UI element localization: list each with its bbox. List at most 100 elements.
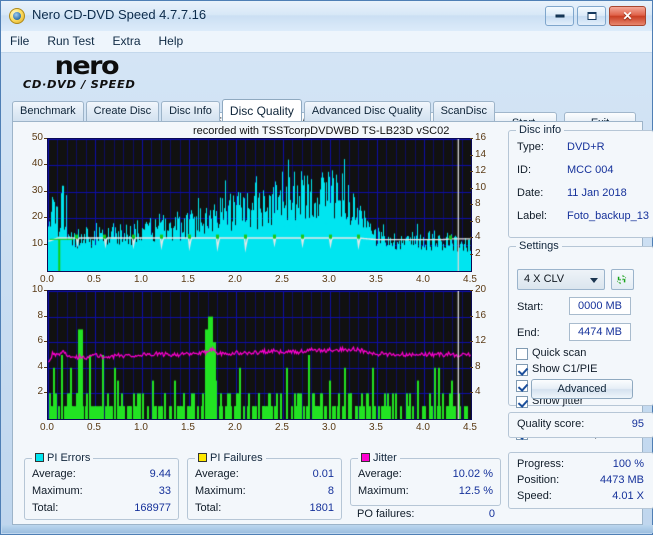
tab-create-disc[interactable]: Create Disc bbox=[85, 101, 160, 121]
settings-title: Settings bbox=[516, 240, 562, 252]
y2-tick-pie-10: 10 bbox=[475, 181, 487, 193]
axis-tick bbox=[470, 254, 473, 255]
y-tick-pie-10: 10 bbox=[31, 237, 43, 249]
pi-failures-title-text: PI Failures bbox=[210, 452, 263, 464]
x-tick-pie-8: 4.0 bbox=[416, 274, 430, 285]
jitter-average-label: Average: bbox=[358, 468, 402, 480]
x-tick-pif-0: 0.0 bbox=[40, 422, 54, 433]
checkbox-icon bbox=[516, 396, 528, 408]
y2-tick-pif-12: 12 bbox=[475, 335, 487, 347]
y2-tick-pie-12: 12 bbox=[475, 165, 487, 176]
menu-bar: File Run Test Extra Help bbox=[1, 31, 652, 53]
menu-help[interactable]: Help bbox=[150, 31, 193, 52]
y2-tick-pie-16: 16 bbox=[475, 132, 487, 143]
x-tick-pif-6: 3.0 bbox=[322, 422, 336, 433]
y-tick-pif-4: 4 bbox=[37, 360, 43, 372]
disc-date-value: 11 Jan 2018 bbox=[567, 187, 627, 199]
pi-failures-chart bbox=[47, 290, 472, 420]
logo-wordmark: nero bbox=[54, 51, 120, 80]
y2-tick-pif-16: 16 bbox=[475, 309, 487, 321]
quality-score-group: Quality score: 95 bbox=[508, 412, 653, 438]
refresh-arrows-icon bbox=[616, 274, 627, 285]
tab-disc-info[interactable]: Disc Info bbox=[161, 101, 220, 121]
axis-tick bbox=[470, 316, 473, 317]
x-tick-pie-2: 1.0 bbox=[134, 274, 148, 285]
settings-group: Settings 4 X CLV Start: 0000 MB End: 447… bbox=[508, 240, 653, 440]
tab-scandisc[interactable]: ScanDisc bbox=[432, 101, 496, 121]
recorded-with-label: recorded with TSSTcorpDVDWBD TS-LB23D vS… bbox=[193, 125, 450, 137]
jitter-title-text: Jitter bbox=[373, 452, 397, 464]
end-input[interactable]: 4474 MB bbox=[569, 323, 631, 341]
pi-failures-stats-title: PI Failures bbox=[195, 452, 266, 464]
menu-extra[interactable]: Extra bbox=[103, 31, 149, 52]
position-label: Position: bbox=[517, 474, 560, 486]
x-tick-pie-3: 1.5 bbox=[181, 274, 195, 285]
axis-tick bbox=[44, 164, 47, 165]
x-tick-pie-6: 3.0 bbox=[322, 274, 336, 285]
axis-tick bbox=[44, 367, 47, 368]
toolbar: nero CD·DVD ∕ SPEED [7:2] BENQ DVD DD DW… bbox=[1, 51, 652, 149]
jitter-average-value: 10.02 % bbox=[452, 468, 493, 480]
progress-value: 100 % bbox=[612, 458, 644, 470]
axis-tick bbox=[44, 191, 47, 192]
axis-tick bbox=[470, 367, 473, 368]
tab-disc-quality[interactable]: Disc Quality bbox=[221, 99, 302, 121]
close-icon: ✕ bbox=[622, 9, 633, 23]
position-value: 4473 MB bbox=[599, 474, 644, 486]
axis-tick bbox=[470, 237, 473, 238]
advanced-button[interactable]: Advanced bbox=[531, 379, 633, 399]
jitter-maximum-value: 12.5 % bbox=[458, 485, 493, 497]
pi-failures-maximum-value: 8 bbox=[327, 485, 334, 497]
axis-tick bbox=[44, 316, 47, 317]
y-tick-pif-2: 2 bbox=[37, 386, 43, 398]
menu-file[interactable]: File bbox=[1, 31, 38, 52]
logo-tagline: CD·DVD ∕ SPEED bbox=[22, 78, 136, 91]
y2-tick-pie-6: 6 bbox=[475, 214, 481, 226]
checkbox-icon bbox=[516, 364, 528, 376]
y-tick-pie-50: 50 bbox=[31, 132, 43, 143]
y2-tick-pif-4: 4 bbox=[475, 386, 481, 398]
pi-errors-stats-title: PI Errors bbox=[32, 452, 94, 464]
chevron-down-icon bbox=[590, 278, 598, 283]
speed-label: Speed: bbox=[517, 490, 552, 502]
axis-tick bbox=[44, 217, 47, 218]
pi-errors-chart bbox=[47, 138, 472, 272]
x-tick-pif-9: 4.5 bbox=[463, 422, 477, 433]
tab-advanced-disc-quality[interactable]: Advanced Disc Quality bbox=[303, 101, 431, 121]
x-tick-pif-4: 2.0 bbox=[228, 422, 242, 433]
pi-failures-total-label: Total: bbox=[195, 502, 222, 514]
disc-label-label: Label: bbox=[517, 210, 547, 222]
x-tick-pif-7: 3.5 bbox=[369, 422, 383, 433]
window-controls: ✕ bbox=[545, 6, 646, 26]
y2-tick-pie-4: 4 bbox=[475, 231, 481, 242]
quality-score-label: Quality score: bbox=[517, 418, 585, 430]
checkbox-icon bbox=[516, 380, 528, 392]
menu-run-test[interactable]: Run Test bbox=[38, 31, 103, 52]
disc-type-value: DVD+R bbox=[567, 141, 605, 153]
axis-tick bbox=[470, 290, 473, 291]
axis-tick bbox=[44, 392, 47, 393]
disc-type-label: Type: bbox=[517, 141, 544, 153]
x-tick-pie-5: 2.5 bbox=[275, 274, 289, 285]
maximize-button[interactable] bbox=[577, 6, 606, 26]
start-input[interactable]: 0000 MB bbox=[569, 297, 631, 315]
minimize-button[interactable] bbox=[545, 6, 574, 26]
disc-label-value: Foto_backup_13 bbox=[567, 210, 649, 222]
pi-errors-average-value: 9.44 bbox=[149, 468, 171, 480]
refresh-disc-button[interactable] bbox=[611, 269, 634, 290]
pi-errors-color-swatch bbox=[35, 453, 44, 462]
pi-errors-maximum-value: 33 bbox=[158, 485, 171, 497]
pi-failures-maximum-label: Maximum: bbox=[195, 485, 246, 497]
axis-tick bbox=[470, 341, 473, 342]
jitter-stats-group: Jitter Average: 10.02 % Maximum: 12.5 % bbox=[350, 452, 501, 506]
end-label: End: bbox=[517, 327, 540, 339]
x-tick-pif-2: 1.0 bbox=[134, 422, 148, 433]
tab-benchmark[interactable]: Benchmark bbox=[12, 101, 84, 121]
close-button[interactable]: ✕ bbox=[609, 6, 646, 26]
pi-failures-average-value: 0.01 bbox=[312, 468, 334, 480]
axis-tick bbox=[470, 155, 473, 156]
speed-select[interactable]: 4 X CLV bbox=[517, 269, 605, 290]
tab-strip: Benchmark Create Disc Disc Info Disc Qua… bbox=[12, 99, 497, 122]
progress-label: Progress: bbox=[517, 458, 565, 470]
x-tick-pie-1: 0.5 bbox=[87, 274, 101, 285]
